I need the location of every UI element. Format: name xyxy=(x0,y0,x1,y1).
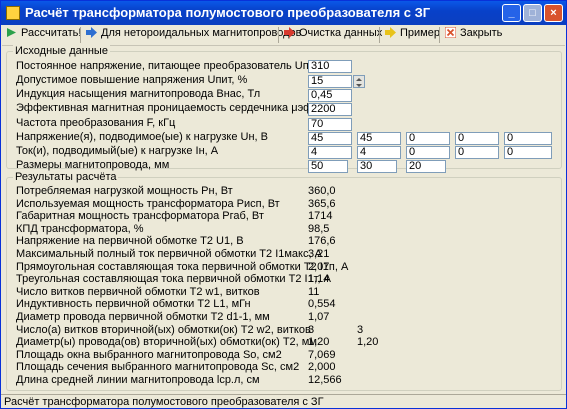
result-value: 3,21 xyxy=(308,248,330,260)
core-dim-field-3[interactable]: 20 xyxy=(406,160,446,173)
result-label: Треугольная составляющая тока первичной … xyxy=(16,273,331,286)
result-value: 1,20 xyxy=(308,336,330,349)
results-group-title: Результаты расчёта xyxy=(13,171,119,183)
close-icon xyxy=(445,27,456,38)
example-label: Пример xyxy=(400,27,440,39)
freq-label: Частота преобразования F, кГц xyxy=(16,117,176,129)
mu-label: Эффективная магнитная проницаемость серд… xyxy=(16,102,322,114)
result-label: Индуктивность первичной обмотки T2 L1, м… xyxy=(16,298,251,311)
spin-down-icon xyxy=(356,84,362,87)
app-window: Расчёт трансформатора полумостового прео… xyxy=(0,0,567,409)
mu-field[interactable]: 2200 xyxy=(308,103,352,116)
toolbar-separator xyxy=(278,27,279,43)
result-value-2: 1,20 xyxy=(357,336,379,349)
result-label: Диаметр провода первичной обмотки T2 d1-… xyxy=(16,311,270,323)
clear-data-button[interactable]: Очистка данных xyxy=(284,27,382,43)
input-group-title: Исходные данные xyxy=(13,45,110,57)
uin-rise-label: Допустимое повышение напряжения Uпит, % xyxy=(16,74,248,86)
calculate-button[interactable]: Рассчитать! xyxy=(6,27,81,43)
load-voltage-field-5[interactable]: 0 xyxy=(504,132,552,145)
arrow-right-icon xyxy=(86,27,97,38)
calculate-label: Рассчитать! xyxy=(21,27,82,39)
close-button[interactable]: Закрыть xyxy=(445,27,502,43)
result-label: Диаметр(ы) провода(ов) вторичной(ых) обм… xyxy=(16,336,317,349)
load-current-label: Ток(и), подводимый(ые) к нагрузке Iн, А xyxy=(16,145,219,157)
load-voltage-label: Напряжение(я), подводимое(ые) к нагрузке… xyxy=(16,131,268,143)
result-value-2: 3 xyxy=(357,323,364,336)
app-icon xyxy=(6,6,20,20)
result-label: КПД трансформатора, % xyxy=(16,222,144,235)
arrow-right-icon xyxy=(385,27,396,38)
non-toroidal-label: Для нетороидальных магнитопроводов xyxy=(101,27,302,39)
result-value: 7,069 xyxy=(308,348,336,361)
bsat-label: Индукция насыщения магнитопровода Bнас, … xyxy=(16,88,261,100)
load-voltage-field-1[interactable]: 45 xyxy=(308,132,352,145)
non-toroidal-button[interactable]: Для нетороидальных магнитопроводов xyxy=(86,27,301,43)
arrow-right-icon xyxy=(284,27,295,38)
result-label: Максимальный полный ток первичной обмотк… xyxy=(16,248,322,260)
result-label: Прямоугольная составляющая тока первично… xyxy=(16,260,349,273)
spin-up-icon xyxy=(356,78,362,81)
result-label: Габаритная мощность трансформатора Pгаб,… xyxy=(16,210,264,223)
result-value: 360,0 xyxy=(308,185,336,197)
result-label: Число витков первичной обмотки T2 w1, ви… xyxy=(16,285,260,298)
result-value: 2,000 xyxy=(308,361,336,374)
toolbar: Рассчитать! Для нетороидальных магнитопр… xyxy=(2,25,565,46)
uin-rise-field[interactable]: 15 xyxy=(308,75,352,88)
close-window-button[interactable]: × xyxy=(544,4,563,22)
result-value: 365,6 xyxy=(308,197,336,210)
load-voltage-field-2[interactable]: 45 xyxy=(357,132,401,145)
result-value: 12,566 xyxy=(308,374,342,386)
status-text: Расчёт трансформатора полумостового прео… xyxy=(4,396,324,408)
freq-field[interactable]: 70 xyxy=(308,118,352,131)
result-value: 2,07 xyxy=(308,260,330,273)
result-label: Длина средней линии магнитопровода lср.л… xyxy=(16,374,260,386)
minimize-button[interactable]: _ xyxy=(502,4,521,22)
toolbar-separator xyxy=(439,27,440,43)
bsat-field[interactable]: 0,45 xyxy=(308,89,352,102)
title-bar: Расчёт трансформатора полумостового прео… xyxy=(1,1,566,25)
uin-rise-spinner[interactable] xyxy=(353,75,365,88)
uin-field[interactable]: 310 xyxy=(308,60,352,73)
load-voltage-field-4[interactable]: 0 xyxy=(455,132,499,145)
window-title: Расчёт трансформатора полумостового прео… xyxy=(25,5,431,20)
play-arrow-icon xyxy=(7,28,16,37)
result-value: 3 xyxy=(308,323,315,336)
load-voltage-field-3[interactable]: 0 xyxy=(406,132,450,145)
result-label: Площадь сечения выбранного магнитопровод… xyxy=(16,361,300,374)
toolbar-separator xyxy=(379,27,380,43)
core-dim-field-1[interactable]: 50 xyxy=(308,160,348,173)
status-bar: Расчёт трансформатора полумостового прео… xyxy=(1,394,566,409)
toolbar-separator xyxy=(80,27,81,43)
load-current-field-5[interactable]: 0 xyxy=(504,146,552,159)
load-current-field-3[interactable]: 0 xyxy=(406,146,450,159)
result-label: Напряжение на первичной обмотке T2 U1, В xyxy=(16,235,244,248)
load-current-field-2[interactable]: 4 xyxy=(357,146,401,159)
result-value: 1,14 xyxy=(308,273,330,286)
result-value: 176,6 xyxy=(308,235,336,248)
example-button[interactable]: Пример xyxy=(385,27,440,43)
uin-label: Постоянное напряжение, питающее преобраз… xyxy=(16,60,333,72)
load-current-field-4[interactable]: 0 xyxy=(455,146,499,159)
core-dim-field-2[interactable]: 30 xyxy=(357,160,397,173)
result-value: 11 xyxy=(308,285,320,298)
clear-data-label: Очистка данных xyxy=(299,27,383,39)
result-label: Потребляемая нагрузкой мощность Pн, Вт xyxy=(16,185,233,197)
maximize-button[interactable]: □ xyxy=(523,4,542,22)
result-value: 0,554 xyxy=(308,298,336,311)
load-current-field-1[interactable]: 4 xyxy=(308,146,352,159)
result-label: Площадь окна выбранного магнитопровода S… xyxy=(16,348,282,361)
result-value: 98,5 xyxy=(308,222,330,235)
result-label: Число(а) витков вторичной(ых) обмотки(ок… xyxy=(16,323,311,336)
close-label: Закрыть xyxy=(460,27,503,39)
result-value: 1714 xyxy=(308,210,333,223)
result-label: Используемая мощность трансформатора Pис… xyxy=(16,197,280,210)
result-value: 1,07 xyxy=(308,311,330,323)
